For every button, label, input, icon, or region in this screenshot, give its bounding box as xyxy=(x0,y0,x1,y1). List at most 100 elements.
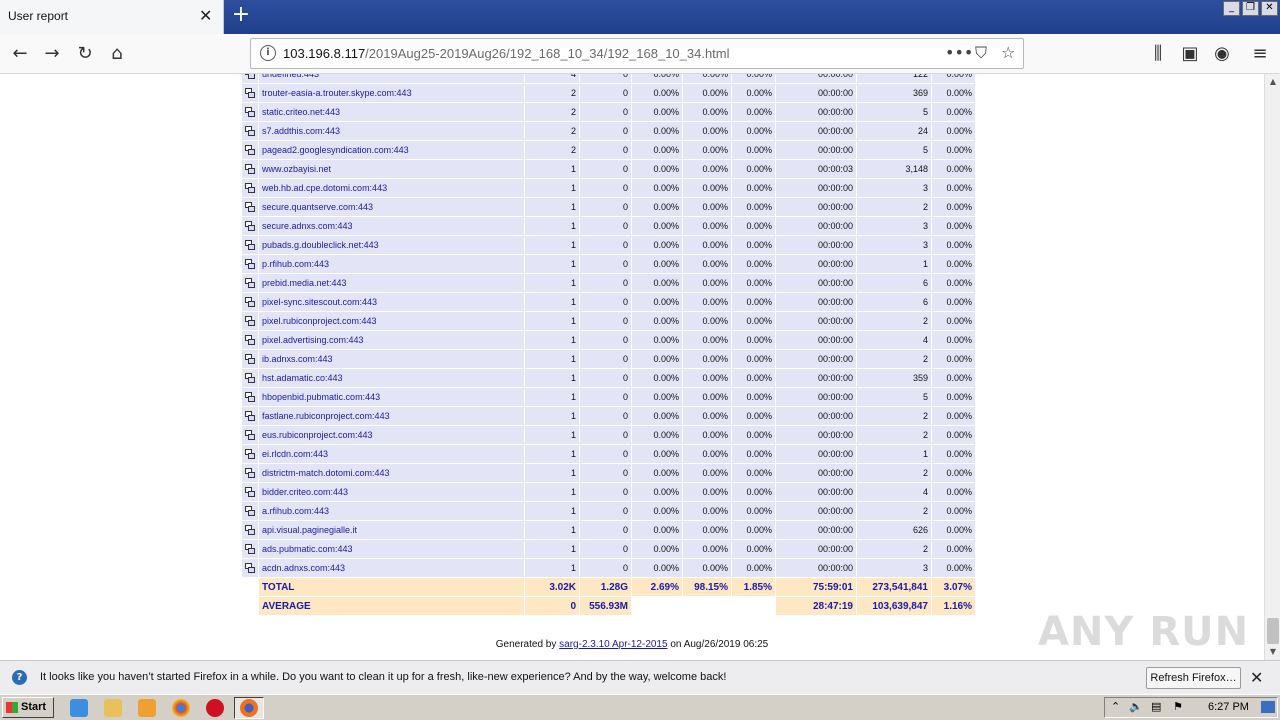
site-link-text[interactable]: pagead2.googlesyndication.com:443 xyxy=(262,145,409,155)
site-link[interactable]: districtm-match.dotomi.com:443 xyxy=(259,464,524,482)
vertical-scrollbar[interactable]: ▲ ▼ xyxy=(1264,74,1280,660)
site-link-text[interactable]: undefined:443 xyxy=(262,74,319,79)
url-text[interactable]: 103.196.8.117/2019Aug25-2019Aug26/192_16… xyxy=(283,46,730,61)
reload-icon[interactable]: ↻ xyxy=(73,42,97,66)
row-detail-icon[interactable] xyxy=(242,388,258,406)
detail-icon[interactable] xyxy=(244,144,256,156)
detail-icon[interactable] xyxy=(244,125,256,137)
detail-icon[interactable] xyxy=(244,106,256,118)
start-button[interactable]: Start xyxy=(2,697,54,718)
site-link[interactable]: a.rfihub.com:443 xyxy=(259,502,524,520)
account-icon[interactable]: ◉ xyxy=(1210,42,1234,66)
site-link-text[interactable]: ads.pubmatic.com:443 xyxy=(262,544,353,554)
forward-icon[interactable]: → xyxy=(40,42,64,66)
site-link-text[interactable]: bidder.criteo.com:443 xyxy=(262,487,348,497)
ie-icon[interactable] xyxy=(70,699,88,717)
row-detail-icon[interactable] xyxy=(242,74,258,83)
row-detail-icon[interactable] xyxy=(242,350,258,368)
row-detail-icon[interactable] xyxy=(242,160,258,178)
site-link[interactable]: api.visual.paginegialle.it xyxy=(259,521,524,539)
chrome-icon[interactable] xyxy=(172,699,190,717)
site-link-text[interactable]: a.rfihub.com:443 xyxy=(262,506,329,516)
row-detail-icon[interactable] xyxy=(242,426,258,444)
detail-icon[interactable] xyxy=(244,562,256,574)
row-detail-icon[interactable] xyxy=(242,483,258,501)
detail-icon[interactable] xyxy=(244,201,256,213)
volume-icon[interactable]: 🔈 xyxy=(1129,700,1143,713)
row-detail-icon[interactable] xyxy=(242,312,258,330)
home-icon[interactable]: ⌂ xyxy=(105,42,129,66)
site-link[interactable]: fastlane.rubiconproject.com:443 xyxy=(259,407,524,425)
scroll-thumb[interactable] xyxy=(1267,618,1279,644)
close-tab-icon[interactable]: ✕ xyxy=(199,6,212,26)
row-detail-icon[interactable] xyxy=(242,445,258,463)
detail-icon[interactable] xyxy=(244,258,256,270)
site-link[interactable]: ei.rlcdn.com:443 xyxy=(259,445,524,463)
close-window-icon[interactable]: ✕ xyxy=(1261,1,1278,16)
site-link[interactable]: prebid.media.net:443 xyxy=(259,274,524,292)
row-detail-icon[interactable] xyxy=(242,198,258,216)
site-link-text[interactable]: api.visual.paginegialle.it xyxy=(262,525,357,535)
network-icon[interactable]: ▤ xyxy=(1151,700,1161,713)
minimize-icon[interactable]: _ xyxy=(1223,1,1240,16)
site-link-text[interactable]: web.hb.ad.cpe.dotomi.com:443 xyxy=(262,183,387,193)
detail-icon[interactable] xyxy=(244,87,256,99)
sidebar-icon[interactable]: ▣ xyxy=(1178,42,1202,66)
opera-icon[interactable] xyxy=(206,699,224,717)
site-link-text[interactable]: districtm-match.dotomi.com:443 xyxy=(262,468,390,478)
site-link[interactable]: bidder.criteo.com:443 xyxy=(259,483,524,501)
site-link[interactable]: p.rfihub.com:443 xyxy=(259,255,524,273)
row-detail-icon[interactable] xyxy=(242,84,258,102)
row-detail-icon[interactable] xyxy=(242,331,258,349)
site-link-text[interactable]: pubads.g.doubleclick.net:443 xyxy=(262,240,379,250)
site-link[interactable]: trouter-easia-a.trouter.skype.com:443 xyxy=(259,84,524,102)
detail-icon[interactable] xyxy=(244,182,256,194)
site-link[interactable]: ib.adnxs.com:443 xyxy=(259,350,524,368)
row-detail-icon[interactable] xyxy=(242,559,258,577)
site-link[interactable]: secure.quantserve.com:443 xyxy=(259,198,524,216)
firefox-task[interactable] xyxy=(234,697,264,719)
row-detail-icon[interactable] xyxy=(242,293,258,311)
detail-icon[interactable] xyxy=(244,74,256,80)
page-actions-icon[interactable]: ••• xyxy=(945,43,973,63)
detail-icon[interactable] xyxy=(244,239,256,251)
pocket-icon[interactable]: ⛉ xyxy=(975,43,987,63)
site-link-text[interactable]: www.ozbayisi.net xyxy=(262,164,331,174)
site-link-text[interactable]: secure.quantserve.com:443 xyxy=(262,202,373,212)
row-detail-icon[interactable] xyxy=(242,103,258,121)
site-link[interactable]: pixel-sync.sitescout.com:443 xyxy=(259,293,524,311)
detail-icon[interactable] xyxy=(244,429,256,441)
show-desktop-icon[interactable] xyxy=(1261,701,1275,713)
library-icon[interactable]: ⫼ xyxy=(1146,42,1170,66)
row-detail-icon[interactable] xyxy=(242,502,258,520)
detail-icon[interactable] xyxy=(244,277,256,289)
row-detail-icon[interactable] xyxy=(242,464,258,482)
site-link[interactable]: hst.adamatic.co:443 xyxy=(259,369,524,387)
site-link[interactable]: hbopenbid.pubmatic.com:443 xyxy=(259,388,524,406)
site-link-text[interactable]: static.criteo.net:443 xyxy=(262,107,340,117)
site-link[interactable]: undefined:443 xyxy=(259,74,524,83)
site-link[interactable]: web.hb.ad.cpe.dotomi.com:443 xyxy=(259,179,524,197)
detail-icon[interactable] xyxy=(244,372,256,384)
tab-user-report[interactable]: User report ✕ xyxy=(0,0,224,34)
site-link-text[interactable]: pixel-sync.sitescout.com:443 xyxy=(262,297,377,307)
site-link-text[interactable]: hst.adamatic.co:443 xyxy=(262,373,343,383)
site-link-text[interactable]: hbopenbid.pubmatic.com:443 xyxy=(262,392,380,402)
site-link[interactable]: pixel.advertising.com:443 xyxy=(259,331,524,349)
explorer-folder-icon[interactable] xyxy=(104,699,122,717)
detail-icon[interactable] xyxy=(244,163,256,175)
action-center-flag-icon[interactable]: ⚑ xyxy=(1173,700,1183,713)
site-link-text[interactable]: acdn.adnxs.com:443 xyxy=(262,563,345,573)
site-link[interactable]: pixel.rubiconproject.com:443 xyxy=(259,312,524,330)
site-link-text[interactable]: pixel.rubiconproject.com:443 xyxy=(262,316,377,326)
detail-icon[interactable] xyxy=(244,353,256,365)
site-link[interactable]: eus.rubiconproject.com:443 xyxy=(259,426,524,444)
detail-icon[interactable] xyxy=(244,334,256,346)
site-link-text[interactable]: prebid.media.net:443 xyxy=(262,278,347,288)
row-detail-icon[interactable] xyxy=(242,236,258,254)
detail-icon[interactable] xyxy=(244,505,256,517)
restore-icon[interactable]: ❐ xyxy=(1242,1,1259,16)
site-link-text[interactable]: pixel.advertising.com:443 xyxy=(262,335,364,345)
row-detail-icon[interactable] xyxy=(242,141,258,159)
site-link-text[interactable]: ei.rlcdn.com:443 xyxy=(262,449,328,459)
